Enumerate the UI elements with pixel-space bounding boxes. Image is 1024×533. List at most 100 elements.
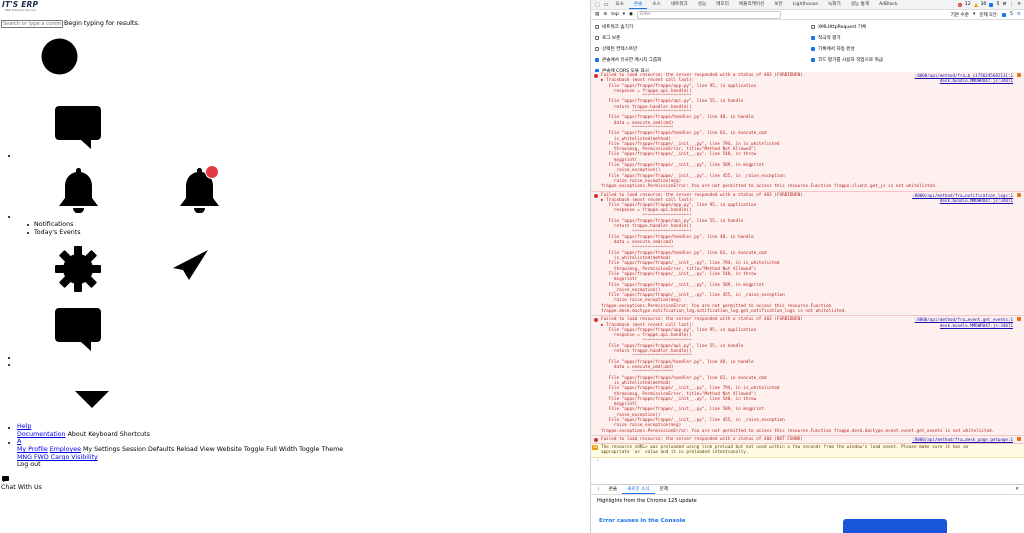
traceback-text[interactable]: ▶ Traceback (most recent call last): Fil…	[601, 78, 1007, 189]
stack-source-link[interactable]: desk.bundle.MMDWRO47.js:34071	[940, 198, 1013, 203]
devtools-tab[interactable]: Lighthouse	[788, 0, 823, 9]
setting-checkbox[interactable]	[811, 25, 815, 30]
info-count[interactable]: 5	[996, 2, 999, 7]
warning-badge[interactable]: 30	[592, 445, 599, 450]
device-toggle-icon[interactable]: ▭	[602, 2, 611, 8]
setting-checkbox[interactable]	[595, 57, 599, 62]
inspect-icon[interactable]: ⬚	[593, 2, 602, 8]
drawer-menu-icon[interactable]: ⋮	[593, 487, 604, 492]
toggle-full-width-item[interactable]: Toggle Full Width	[244, 446, 297, 453]
setting-left-1[interactable]: 로그 보존	[595, 33, 661, 44]
user-avatar-link[interactable]: A	[17, 438, 21, 446]
setting-left-2[interactable]: 선택된 컨텍스트만	[595, 44, 661, 55]
setting-label: 적극적 평가	[818, 36, 841, 42]
chat-icon[interactable]	[2, 476, 9, 482]
settings-left-column: 네트워크 숨기기로그 보존선택된 컨텍스트만콘솔에서 유사한 메시지 그룹화콘솔…	[595, 22, 661, 76]
warning-count[interactable]: 30	[981, 2, 987, 7]
setting-label: 네트워크 숨기기	[602, 25, 634, 31]
sidebar-toggle-icon[interactable]: ▤	[595, 12, 599, 17]
paper-plane-icon[interactable]	[173, 250, 208, 280]
setting-right-2[interactable]: 기록에서 자동 완성	[811, 44, 883, 55]
toggle-theme-item[interactable]: Toggle Theme	[299, 446, 343, 453]
filter-input[interactable]: Filter	[637, 10, 782, 19]
devtools-tab[interactable]: AdBlock	[874, 0, 902, 9]
setting-checkbox[interactable]	[595, 25, 599, 30]
about-item[interactable]: About	[68, 431, 87, 438]
traceback-text[interactable]: ▶ Traceback (most recent call last): Fil…	[601, 323, 1007, 434]
close-devtools-icon[interactable]: ✕	[1017, 2, 1021, 7]
settings-gear-icon[interactable]: ⚙	[1002, 2, 1006, 7]
caret-down-icon[interactable]	[75, 391, 109, 409]
devtools-tab[interactable]: 네트워크	[666, 0, 693, 9]
devtools-tab[interactable]: 성능 통계	[846, 0, 874, 9]
devtools-tab[interactable]: 소스	[647, 0, 665, 9]
reload-item[interactable]: Reload	[176, 446, 197, 453]
list-bullet-open	[27, 224, 29, 226]
logo[interactable]: IT'S ERP ERP Solution Service	[2, 1, 38, 12]
log-level-select[interactable]: 기본 수준	[951, 12, 969, 18]
devtools-tab[interactable]: 콘솔	[628, 0, 648, 9]
open-source-icon[interactable]	[1017, 436, 1021, 441]
documentation-link[interactable]: Documentation	[17, 431, 66, 438]
setting-checkbox[interactable]	[595, 46, 599, 51]
setting-checkbox[interactable]	[811, 36, 815, 41]
list-bullet	[8, 357, 10, 359]
devtools-tab[interactable]: 성능	[693, 0, 711, 9]
settings-right-column: XMLHttpRequest 기록적극적 평가기록에서 자동 완성 코드 평가를 …	[811, 22, 883, 65]
issues-label[interactable]: 문제 5건:	[979, 12, 998, 18]
console-prompt[interactable]: ›	[591, 458, 1024, 464]
traceback-text[interactable]: ▶ Traceback (most recent call last): Fil…	[601, 198, 1007, 315]
bell-icon[interactable]	[59, 168, 98, 213]
drawer-tab[interactable]: 문제	[655, 485, 673, 494]
setting-right-3[interactable]: 코드 평가를 사용자 작업으로 취급	[811, 54, 883, 65]
circle-icon[interactable]	[41, 38, 78, 75]
context-select[interactable]: top	[611, 12, 619, 17]
search-input[interactable]	[1, 20, 63, 28]
error-count[interactable]: 12	[965, 2, 971, 7]
keyboard-shortcuts-item[interactable]: Keyboard Shortcuts	[88, 431, 150, 438]
logout-item[interactable]: Log out	[17, 461, 41, 469]
my-profile-link[interactable]: My Profile	[17, 446, 48, 453]
session-defaults-item[interactable]: Session Defaults	[122, 446, 174, 453]
open-source-icon[interactable]	[1017, 73, 1021, 77]
chat-bubble-icon[interactable]	[55, 106, 101, 150]
setting-left-0[interactable]: 네트워크 숨기기	[595, 22, 661, 33]
drawer-tab[interactable]: 새로운 소식	[622, 485, 655, 494]
todays-events-tab[interactable]: Today's Events	[34, 229, 81, 237]
devtools-tab[interactable]: 메모리	[711, 0, 734, 9]
devtools-tab[interactable]: 보안	[769, 0, 787, 9]
open-source-icon[interactable]	[1017, 192, 1021, 197]
employee-link[interactable]: Employee	[50, 446, 81, 453]
setting-checkbox[interactable]	[811, 46, 815, 51]
setting-checkbox[interactable]	[595, 36, 599, 41]
error-source-link[interactable]: :8000/api/method/fra…desk_page.getpage:1	[912, 437, 1013, 442]
stack-source-link[interactable]: desk.bundle.MMDWRO47.js:34071	[940, 78, 1013, 83]
setting-checkbox[interactable]	[811, 57, 815, 62]
help-menu-link[interactable]: Help	[17, 423, 31, 431]
open-source-icon[interactable]	[1017, 317, 1021, 322]
stack-source-link[interactable]: desk.bundle.MMDWRO47.js:34071	[940, 323, 1013, 328]
devtools-tab[interactable]: 녹화기	[823, 0, 846, 9]
feature-title[interactable]: Error causes in the Console	[599, 518, 685, 524]
gear-icon[interactable]	[55, 246, 101, 292]
clear-console-icon[interactable]: ⊘	[603, 12, 607, 17]
notifications-tab[interactable]: Notifications	[34, 221, 73, 229]
eye-icon[interactable]: ◉	[629, 12, 633, 17]
my-settings-item[interactable]: My Settings	[83, 446, 120, 453]
setting-left-3[interactable]: 콘솔에서 유사한 메시지 그룹화	[595, 54, 661, 65]
setting-right-1[interactable]: 적극적 평가	[811, 33, 883, 44]
devtools-tab[interactable]: 애플리케이션	[734, 0, 769, 9]
warning-text: The resource <URL> was preloaded using l…	[601, 445, 969, 456]
more-options-icon[interactable]: ⋮	[1010, 2, 1015, 7]
console-settings-icon[interactable]: ⚙	[1017, 12, 1024, 17]
view-website-item[interactable]: View Website	[200, 446, 242, 453]
bell-notification-icon[interactable]	[180, 165, 221, 213]
drawer-close-icon[interactable]: ✕	[1015, 487, 1024, 492]
chat-with-us-label[interactable]: Chat With Us	[1, 484, 42, 492]
chat-bubble-icon[interactable]	[55, 308, 101, 352]
drawer-tab[interactable]: 콘솔	[604, 485, 622, 494]
drawer-tabbar: ⋮ 콘솔 새로운 소식 문제 ✕	[591, 485, 1024, 495]
issues-count[interactable]: 5	[1010, 12, 1013, 17]
setting-right-0[interactable]: XMLHttpRequest 기록	[811, 22, 883, 33]
devtools-tab[interactable]: 요소	[610, 0, 628, 9]
